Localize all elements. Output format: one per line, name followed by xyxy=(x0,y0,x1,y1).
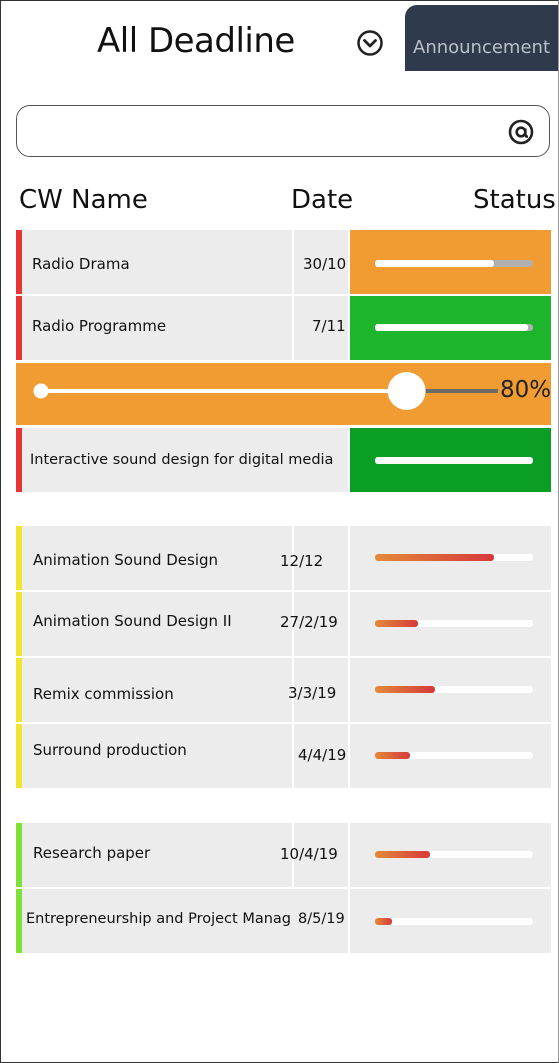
search-icon[interactable] xyxy=(507,118,535,146)
progress-bar xyxy=(375,324,533,331)
table-row[interactable]: Animation Sound Design 12/12 xyxy=(16,526,551,590)
column-header-status: Status xyxy=(473,185,556,215)
progress-bar xyxy=(375,918,533,925)
table-row[interactable]: Radio Drama 30/10 xyxy=(16,230,551,294)
table-row[interactable]: Remix commission 3/3/19 xyxy=(16,658,551,722)
slider-knob xyxy=(387,372,426,410)
coursework-name: Surround production xyxy=(33,741,187,759)
table-row[interactable]: Entrepreneurship and Project Manag 8/5/1… xyxy=(16,889,551,953)
coursework-date: 7/11 xyxy=(312,317,346,335)
progress-bar xyxy=(375,457,533,464)
progress-bar xyxy=(375,260,533,267)
coursework-date: 10/4/19 xyxy=(280,845,338,863)
tab-announcement[interactable]: Announcement xyxy=(405,5,558,71)
status-cell xyxy=(350,592,551,656)
coursework-date: 8/5/19 xyxy=(298,911,345,927)
progress-bar xyxy=(375,752,533,759)
coursework-name: Radio Programme xyxy=(32,317,167,335)
progress-slider-row: 80% xyxy=(16,363,551,425)
coursework-name: Animation Sound Design xyxy=(33,551,219,569)
search-input[interactable] xyxy=(29,114,493,150)
app-frame: All Deadline Announcement CW Name Date S… xyxy=(0,0,559,1063)
status-cell xyxy=(350,296,551,360)
coursework-date: 30/10 xyxy=(303,255,347,273)
status-cell xyxy=(350,428,551,492)
coursework-name: Research paper xyxy=(33,844,151,862)
coursework-name: Radio Drama xyxy=(32,255,130,273)
page-title: All Deadline xyxy=(97,21,295,61)
progress-slider[interactable] xyxy=(16,363,551,425)
coursework-name: Remix commission xyxy=(33,685,174,703)
progress-bar xyxy=(375,554,533,561)
status-cell xyxy=(350,526,551,590)
coursework-name: Entrepreneurship and Project Manag xyxy=(26,911,292,927)
progress-bar xyxy=(375,686,533,693)
table-row[interactable]: Interactive sound design for digital med… xyxy=(16,428,551,492)
coursework-date: 27/2/19 xyxy=(280,613,338,631)
status-cell xyxy=(350,230,551,294)
coursework-date: 12/12 xyxy=(280,552,324,570)
slider-value: 80% xyxy=(500,377,552,403)
table-row[interactable]: Surround production 4/4/19 xyxy=(16,724,551,788)
table-row[interactable]: Animation Sound Design II 27/2/19 xyxy=(16,592,551,656)
coursework-name: Interactive sound design for digital med… xyxy=(30,452,334,468)
status-cell xyxy=(350,658,551,722)
table-row[interactable]: Research paper 10/4/19 xyxy=(16,823,551,887)
progress-bar xyxy=(375,620,533,627)
status-cell xyxy=(350,889,551,953)
slider-start-handle xyxy=(33,383,49,399)
status-cell xyxy=(350,724,551,788)
column-header-date: Date xyxy=(291,185,354,215)
status-cell xyxy=(350,823,551,887)
search-bar xyxy=(16,105,550,157)
coursework-date: 3/3/19 xyxy=(288,684,337,702)
coursework-name: Animation Sound Design II xyxy=(33,612,232,630)
chevron-down-icon[interactable] xyxy=(356,29,384,57)
coursework-date: 4/4/19 xyxy=(298,746,347,764)
progress-bar xyxy=(375,851,533,858)
column-header-name: CW Name xyxy=(19,185,148,215)
table-row[interactable]: Radio Programme 7/11 xyxy=(16,296,551,360)
